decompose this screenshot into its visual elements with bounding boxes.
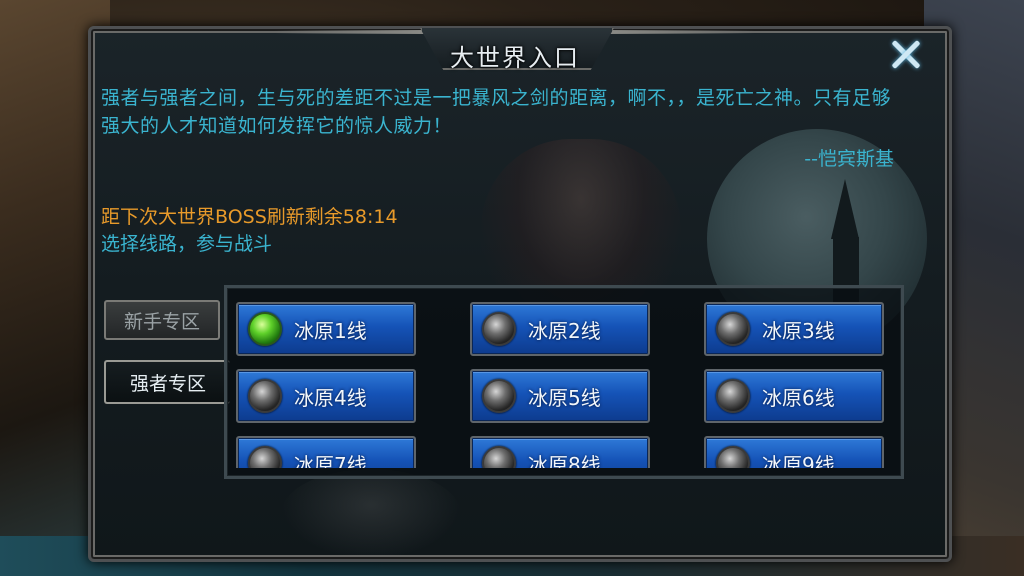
gray-orb-icon <box>482 379 516 413</box>
tower-spire-illustration <box>831 179 859 239</box>
line-button-9[interactable]: 冰原9线 <box>704 436 884 468</box>
gray-orb-icon <box>482 446 516 468</box>
gray-orb-icon <box>716 446 750 468</box>
tab-novice-zone[interactable]: 新手专区 <box>104 300 220 340</box>
line-label: 冰原1线 <box>294 318 367 343</box>
line-label: 冰原4线 <box>294 385 367 410</box>
quote-author: --恺宾斯基 <box>804 148 894 170</box>
tab-expert-zone[interactable]: 强者专区 <box>104 360 230 404</box>
line-label: 冰原7线 <box>294 452 367 469</box>
close-button[interactable] <box>884 34 928 74</box>
line-button-3[interactable]: 冰原3线 <box>704 302 884 356</box>
dialog-title: 大世界入口 <box>450 44 580 72</box>
line-button-2[interactable]: 冰原2线 <box>470 302 650 356</box>
green-orb-icon <box>248 312 282 346</box>
flavor-quote: 强者与强者之间，生与死的差距不过是一把暴风之剑的距离，啊不，，是死亡之神。只有足… <box>101 87 892 137</box>
title-ornament-left <box>275 30 425 34</box>
title-ornament-right <box>605 30 755 34</box>
line-button-5[interactable]: 冰原5线 <box>470 369 650 423</box>
line-button-1[interactable]: 冰原1线 <box>236 302 416 356</box>
line-label: 冰原5线 <box>528 385 601 410</box>
gray-orb-icon <box>482 312 516 346</box>
wolf-illustration <box>281 469 461 559</box>
line-button-4[interactable]: 冰原4线 <box>236 369 416 423</box>
gray-orb-icon <box>248 446 282 468</box>
line-label: 冰原6线 <box>762 385 835 410</box>
line-button-8[interactable]: 冰原8线 <box>470 436 650 468</box>
line-label: 冰原8线 <box>528 452 601 469</box>
line-label: 冰原2线 <box>528 318 601 343</box>
select-line-hint: 选择线路，参与战斗 <box>101 233 273 255</box>
line-button-7[interactable]: 冰原7线 <box>236 436 416 468</box>
boss-refresh-timer: 距下次大世界BOSS刷新剩余58:14 <box>101 206 398 228</box>
line-list[interactable]: 冰原1线 冰原2线 冰原3线 冰原4线 冰原5线 冰原6线 冰原7线 冰原8线 … <box>236 300 892 468</box>
gray-orb-icon <box>248 379 282 413</box>
line-button-6[interactable]: 冰原6线 <box>704 369 884 423</box>
gray-orb-icon <box>716 312 750 346</box>
line-label: 冰原9线 <box>762 452 835 469</box>
gray-orb-icon <box>716 379 750 413</box>
line-label: 冰原3线 <box>762 318 835 343</box>
